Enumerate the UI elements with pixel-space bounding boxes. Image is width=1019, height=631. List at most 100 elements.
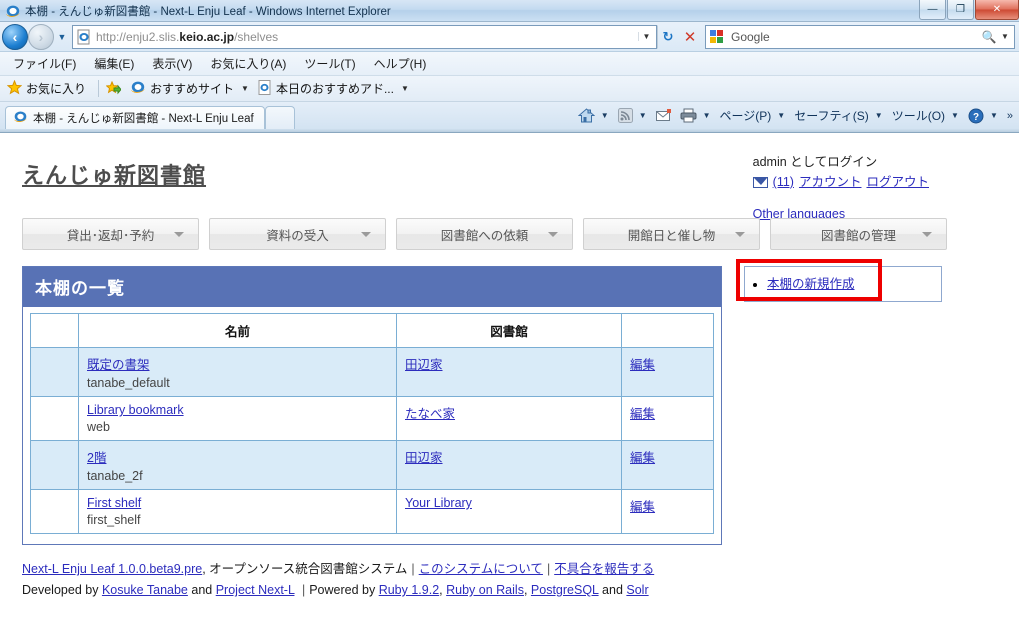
edit-link[interactable]: 編集 <box>630 407 655 421</box>
command-tools[interactable]: ツール(O) <box>888 107 949 124</box>
solr-link[interactable]: Solr <box>626 583 648 597</box>
new-shelf-link[interactable]: 本棚の新規作成 <box>767 277 855 291</box>
rss-chevron-down-icon[interactable]: ▼ <box>637 111 652 120</box>
list-item: 本棚の新規作成 <box>767 276 933 292</box>
nav-button-administration[interactable]: 図書館の管理 <box>770 218 947 250</box>
app-version-link[interactable]: Next-L Enju Leaf 1.0.0.beta9.pre <box>22 562 202 576</box>
tab-strip: 本棚 - えんじゅ新図書館 - Next-L Enju Leaf ▼ ▼ ▼ ペ… <box>0 102 1019 129</box>
shelf-name-link[interactable]: First shelf <box>87 496 141 510</box>
menu-item-favorites[interactable]: お気に入り(A) <box>201 53 295 74</box>
report-bug-link[interactable]: 不具合を報告する <box>554 562 654 576</box>
command-overflow-icon[interactable]: » <box>1003 110 1013 122</box>
shelf-name-link[interactable]: 既定の書架 <box>87 358 150 372</box>
menu-item-tools[interactable]: ツール(T) <box>295 53 364 74</box>
footer-separator: | <box>546 562 551 576</box>
new-tab-icon[interactable] <box>264 106 295 129</box>
shelf-code: first_shelf <box>87 513 141 527</box>
help-icon[interactable]: ? <box>964 108 988 124</box>
ie-page-icon <box>258 79 272 98</box>
column-header-name: 名前 <box>78 313 397 348</box>
address-chevron-down-icon[interactable]: ▼ <box>638 32 654 41</box>
home-chevron-down-icon[interactable]: ▼ <box>599 111 614 120</box>
row-action-cell: 編集 <box>621 396 714 441</box>
about-system-link[interactable]: このシステムについて <box>419 562 543 576</box>
rss-feed-icon[interactable] <box>614 108 637 123</box>
favorites-item-label: 本日のおすすめアド... <box>275 82 394 96</box>
logout-link[interactable]: ログアウト <box>866 172 929 192</box>
search-input[interactable]: Google 🔍 ▼ <box>705 24 1015 49</box>
footer-line-1: Next-L Enju Leaf 1.0.0.beta9.pre, オープンソー… <box>22 559 1005 580</box>
tab-label: 本棚 - えんじゅ新図書館 - Next-L Enju Leaf <box>33 113 254 125</box>
shelf-name-link[interactable]: Library bookmark <box>87 403 184 417</box>
tab-shelves[interactable]: 本棚 - えんじゅ新図書館 - Next-L Enju Leaf <box>5 106 265 129</box>
library-link[interactable]: Your Library <box>405 496 472 510</box>
page-chevron-down-icon[interactable]: ▼ <box>775 111 790 120</box>
rails-link[interactable]: Ruby on Rails <box>446 583 524 597</box>
magnifier-icon[interactable]: 🔍 <box>980 30 998 44</box>
safety-chevron-down-icon[interactable]: ▼ <box>873 111 888 120</box>
recent-pages-chevron-down-icon[interactable]: ▼ <box>54 32 70 42</box>
svg-text:?: ? <box>973 112 979 123</box>
edit-link[interactable]: 編集 <box>630 358 655 372</box>
back-arrow-icon[interactable]: ‹ <box>2 23 28 50</box>
favorites-item-daily-addon[interactable]: 本日のおすすめアド... ▼ <box>256 79 416 99</box>
nav-button-library-request[interactable]: 図書館への依頼 <box>396 218 573 250</box>
nav-button-circulation[interactable]: 貸出･返却･予約 <box>22 218 199 250</box>
row-library-cell: 田辺家 <box>396 347 622 397</box>
maximize-button[interactable]: ❐ <box>947 0 974 20</box>
minimize-button[interactable]: — <box>919 0 946 20</box>
column-header-actions <box>621 313 714 348</box>
home-icon[interactable] <box>574 107 599 124</box>
site-title-link[interactable]: えんじゅ新図書館 <box>22 158 206 190</box>
stop-icon[interactable]: ✕ <box>679 25 701 49</box>
triangle-down-icon <box>174 232 184 237</box>
menu-item-view[interactable]: 表示(V) <box>143 53 201 74</box>
chrome-separator <box>0 129 1019 133</box>
address-bar-row: ‹ › ▼ http://enju2.slis.keio.ac.jp/shelv… <box>0 22 1019 52</box>
favorites-item-suggested-sites[interactable]: おすすめサイト ▼ <box>128 78 256 99</box>
menu-item-edit[interactable]: 編集(E) <box>85 53 143 74</box>
favorites-bar: お気に入り おすすめサイト ▼ 本日のおすすめアド... ▼ <box>0 76 1019 102</box>
library-link[interactable]: たなべ家 <box>405 407 455 421</box>
ruby-link[interactable]: Ruby 1.9.2 <box>379 583 439 597</box>
ie-logo-icon <box>5 3 21 19</box>
message-count-link[interactable]: (11) <box>773 172 794 192</box>
chevron-down-icon[interactable]: ▼ <box>401 84 409 93</box>
edit-link[interactable]: 編集 <box>630 500 655 514</box>
menu-item-help[interactable]: ヘルプ(H) <box>365 53 436 74</box>
menu-item-file[interactable]: ファイル(F) <box>4 53 85 74</box>
command-page[interactable]: ページ(P) <box>716 107 776 124</box>
row-select-cell <box>30 347 79 397</box>
command-safety[interactable]: セーフティ(S) <box>790 107 873 124</box>
address-input[interactable]: http://enju2.slis.keio.ac.jp/shelves ▼ <box>72 24 657 49</box>
print-chevron-down-icon[interactable]: ▼ <box>701 111 716 120</box>
search-chevron-down-icon[interactable]: ▼ <box>998 32 1012 41</box>
address-url: http://enju2.slis.keio.ac.jp/shelves <box>96 29 279 44</box>
footer-description: , オープンソース統合図書館システム <box>202 562 408 576</box>
close-button[interactable]: ✕ <box>975 0 1019 20</box>
shelf-name-link[interactable]: 2階 <box>87 451 106 465</box>
ie-page-icon <box>76 29 92 45</box>
refresh-icon[interactable]: ↻ <box>657 24 679 49</box>
shelves-table: 名前 図書館 既定の書架 tanabe_default 田辺家 編集 Libra… <box>30 313 714 534</box>
account-link[interactable]: アカウント <box>799 172 862 192</box>
add-to-favorites-bar-icon[interactable] <box>104 80 128 97</box>
printer-icon[interactable] <box>676 108 701 123</box>
chevron-down-icon[interactable]: ▼ <box>241 84 249 93</box>
nav-button-acquisition[interactable]: 資料の受入 <box>209 218 386 250</box>
edit-link[interactable]: 編集 <box>630 451 655 465</box>
nav-button-events[interactable]: 開館日と催し物 <box>583 218 760 250</box>
postgresql-link[interactable]: PostgreSQL <box>531 583 599 597</box>
developer-link[interactable]: Kosuke Tanabe <box>102 583 188 597</box>
forward-arrow-icon[interactable]: › <box>28 23 54 50</box>
mail-read-icon[interactable] <box>652 109 676 122</box>
help-chevron-down-icon[interactable]: ▼ <box>988 111 1003 120</box>
favorites-button[interactable]: お気に入り <box>5 79 93 99</box>
library-link[interactable]: 田辺家 <box>405 451 443 465</box>
tools-chevron-down-icon[interactable]: ▼ <box>949 111 964 120</box>
project-link[interactable]: Project Next-L <box>216 583 295 597</box>
ie-logo-icon <box>13 109 28 127</box>
column-header-select <box>30 313 79 348</box>
star-icon <box>6 79 23 98</box>
library-link[interactable]: 田辺家 <box>405 358 443 372</box>
